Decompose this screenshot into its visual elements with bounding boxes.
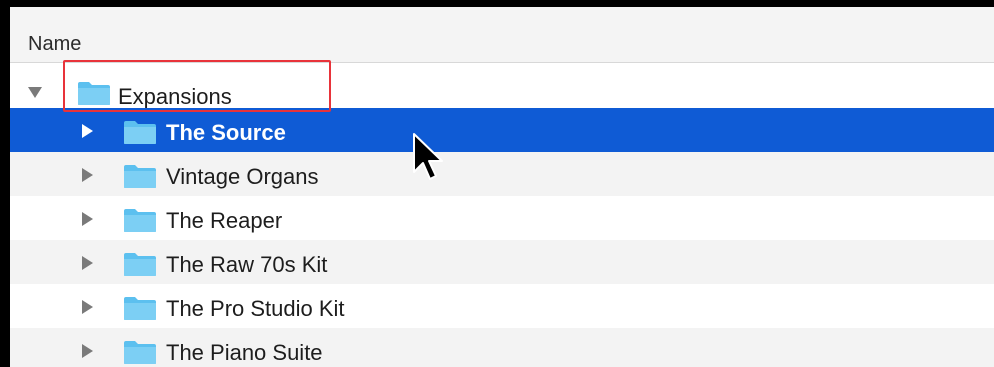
column-header[interactable]: Name (10, 7, 994, 63)
folder-icon (124, 121, 156, 144)
tree-row-vintage-organs[interactable]: Vintage Organs (10, 152, 994, 196)
mouse-pointer-icon (413, 133, 443, 180)
tree-row-label: Vintage Organs (166, 164, 319, 189)
finder-list-view: Name Expansions The Source Vintage Organ… (10, 7, 994, 367)
folder-icon (124, 253, 156, 276)
annotation-highlight-box (63, 60, 331, 112)
disclosure-triangle-expanded-icon[interactable] (28, 87, 42, 98)
tree-row-label: The Reaper (166, 208, 283, 233)
tree-row-the-reaper[interactable]: The Reaper (10, 196, 994, 240)
tree-row-the-raw-70s-kit[interactable]: The Raw 70s Kit (10, 240, 994, 284)
tree-row-label: The Piano Suite (166, 340, 323, 365)
disclosure-triangle-collapsed-icon[interactable] (82, 344, 93, 358)
disclosure-triangle-collapsed-icon[interactable] (82, 212, 93, 226)
tree-row-label: The Raw 70s Kit (166, 252, 328, 277)
column-header-name[interactable]: Name (28, 33, 81, 56)
tree-row-label: The Source (166, 120, 286, 145)
tree-row-the-piano-suite[interactable]: The Piano Suite (10, 328, 994, 367)
folder-icon (124, 209, 156, 232)
disclosure-triangle-collapsed-icon[interactable] (82, 256, 93, 270)
disclosure-triangle-collapsed-icon[interactable] (82, 300, 93, 314)
tree-row-label: The Pro Studio Kit (166, 296, 345, 321)
folder-icon (124, 297, 156, 320)
tree-row-the-source[interactable]: The Source (10, 108, 994, 152)
folder-icon (124, 165, 156, 188)
disclosure-triangle-collapsed-icon[interactable] (82, 124, 93, 138)
tree-row-the-pro-studio-kit[interactable]: The Pro Studio Kit (10, 284, 994, 328)
folder-icon (124, 341, 156, 364)
disclosure-triangle-collapsed-icon[interactable] (82, 168, 93, 182)
